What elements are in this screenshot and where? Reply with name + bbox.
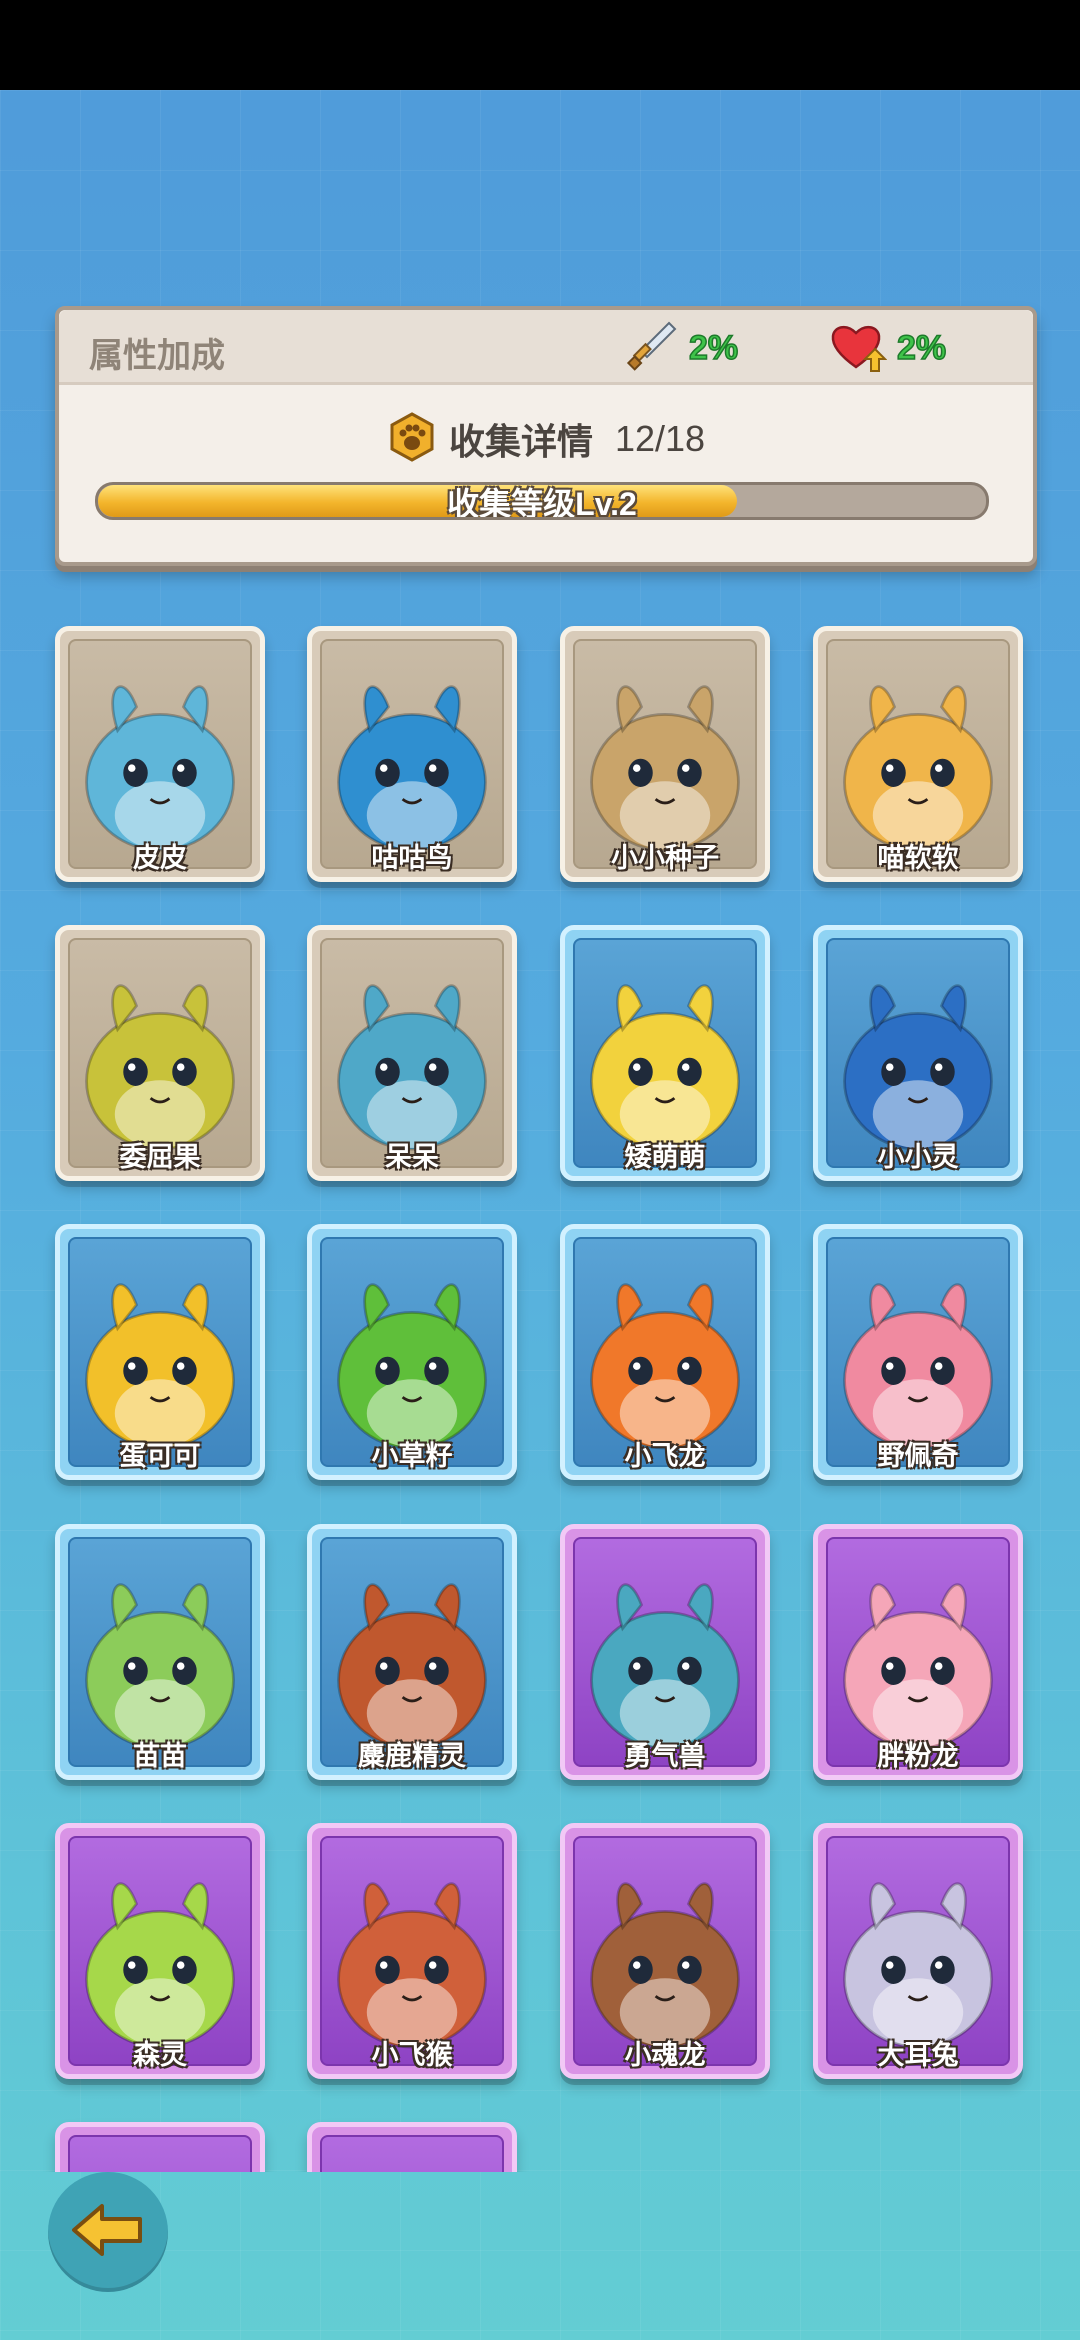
creature-card[interactable]: 小小灵 <box>813 925 1023 1181</box>
creature-illustration <box>590 984 740 1151</box>
creature-illustration <box>337 1882 487 2049</box>
creature-name: 野佩奇 <box>877 1441 959 1471</box>
creature-portrait <box>320 2135 504 2172</box>
creature-illustration <box>843 1283 993 1450</box>
creature-card[interactable] <box>55 2122 265 2172</box>
creature-portrait <box>826 1836 1010 2066</box>
creature-portrait <box>68 639 252 869</box>
creature-name: 小小灵 <box>877 1142 959 1172</box>
creature-illustration <box>843 984 993 1151</box>
creature-name: 小小种子 <box>611 843 719 873</box>
creature-card[interactable]: 小小种子 <box>560 626 770 882</box>
creature-name: 委屈果 <box>119 1142 201 1172</box>
creature-card[interactable]: 喵软软 <box>813 626 1023 882</box>
creature-name: 小飞猴 <box>371 2040 453 2070</box>
creature-illustration <box>337 984 487 1151</box>
creature-card[interactable]: 麋鹿精灵 <box>307 1524 517 1780</box>
creature-name: 小魂龙 <box>624 2040 706 2070</box>
creature-illustration <box>85 984 235 1151</box>
creature-card[interactable] <box>307 2122 517 2172</box>
creature-portrait <box>68 1836 252 2066</box>
creature-name: 喵软软 <box>877 843 959 873</box>
creature-portrait <box>68 938 252 1168</box>
creature-illustration <box>85 1283 235 1450</box>
creature-illustration <box>590 685 740 852</box>
creature-card[interactable]: 森灵 <box>55 1823 265 2079</box>
creature-name: 呆呆 <box>385 1142 439 1172</box>
creature-illustration <box>590 1583 740 1750</box>
creature-portrait <box>320 1237 504 1467</box>
creature-illustration <box>85 1882 235 2049</box>
creature-illustration <box>70 2137 250 2172</box>
creature-portrait <box>573 1237 757 1467</box>
creature-illustration <box>322 2137 502 2172</box>
creature-name: 森灵 <box>133 2040 187 2070</box>
creature-portrait <box>573 1836 757 2066</box>
creature-name: 胖粉龙 <box>877 1741 959 1771</box>
creature-portrait <box>826 639 1010 869</box>
creature-name: 苗苗 <box>133 1741 187 1771</box>
creature-name: 小飞龙 <box>624 1441 706 1471</box>
creature-card[interactable]: 勇气兽 <box>560 1524 770 1780</box>
creature-card[interactable]: 野佩奇 <box>813 1224 1023 1480</box>
creature-portrait <box>320 1836 504 2066</box>
creature-portrait <box>320 938 504 1168</box>
creature-name: 大耳兔 <box>877 2040 959 2070</box>
creature-portrait <box>68 1537 252 1767</box>
creature-portrait <box>826 1237 1010 1467</box>
creature-illustration <box>85 685 235 852</box>
creature-name: 小草籽 <box>371 1441 453 1471</box>
creature-card[interactable]: 咕咕鸟 <box>307 626 517 882</box>
creature-card[interactable]: 小飞猴 <box>307 1823 517 2079</box>
creature-name: 勇气兽 <box>624 1741 706 1771</box>
creature-card[interactable]: 委屈果 <box>55 925 265 1181</box>
creature-name: 麋鹿精灵 <box>358 1741 466 1771</box>
creature-card-grid: 皮皮 咕咕鸟 小小种子 喵软软委屈果 呆呆 矮萌萌 小小灵蛋可可 小草籽 小飞龙 野佩奇苗苗 麋鹿精… <box>0 0 1080 2172</box>
creature-illustration <box>590 1283 740 1450</box>
creature-card[interactable]: 小草籽 <box>307 1224 517 1480</box>
back-arrow-icon <box>70 2200 146 2264</box>
creature-portrait <box>826 1537 1010 1767</box>
creature-card[interactable]: 苗苗 <box>55 1524 265 1780</box>
creature-card[interactable]: 矮萌萌 <box>560 925 770 1181</box>
creature-name: 矮萌萌 <box>624 1142 706 1172</box>
creature-name: 皮皮 <box>133 843 187 873</box>
creature-card[interactable]: 呆呆 <box>307 925 517 1181</box>
creature-name: 蛋可可 <box>119 1441 201 1471</box>
creature-card[interactable]: 小魂龙 <box>560 1823 770 2079</box>
creature-illustration <box>337 685 487 852</box>
creature-card[interactable]: 皮皮 <box>55 626 265 882</box>
creature-portrait <box>320 639 504 869</box>
creature-illustration <box>337 1583 487 1750</box>
creature-portrait <box>68 2135 252 2172</box>
creature-illustration <box>843 1882 993 2049</box>
creature-illustration <box>85 1583 235 1750</box>
back-button[interactable] <box>48 2172 168 2292</box>
creature-card[interactable]: 蛋可可 <box>55 1224 265 1480</box>
creature-illustration <box>843 685 993 852</box>
creature-name: 咕咕鸟 <box>371 843 453 873</box>
creature-portrait <box>573 938 757 1168</box>
creature-portrait <box>573 1537 757 1767</box>
creature-illustration <box>843 1583 993 1750</box>
creature-card[interactable]: 大耳兔 <box>813 1823 1023 2079</box>
creature-portrait <box>573 639 757 869</box>
creature-portrait <box>320 1537 504 1767</box>
creature-card[interactable]: 胖粉龙 <box>813 1524 1023 1780</box>
creature-card[interactable]: 小飞龙 <box>560 1224 770 1480</box>
creature-portrait <box>826 938 1010 1168</box>
creature-portrait <box>68 1237 252 1467</box>
creature-illustration <box>337 1283 487 1450</box>
creature-illustration <box>590 1882 740 2049</box>
